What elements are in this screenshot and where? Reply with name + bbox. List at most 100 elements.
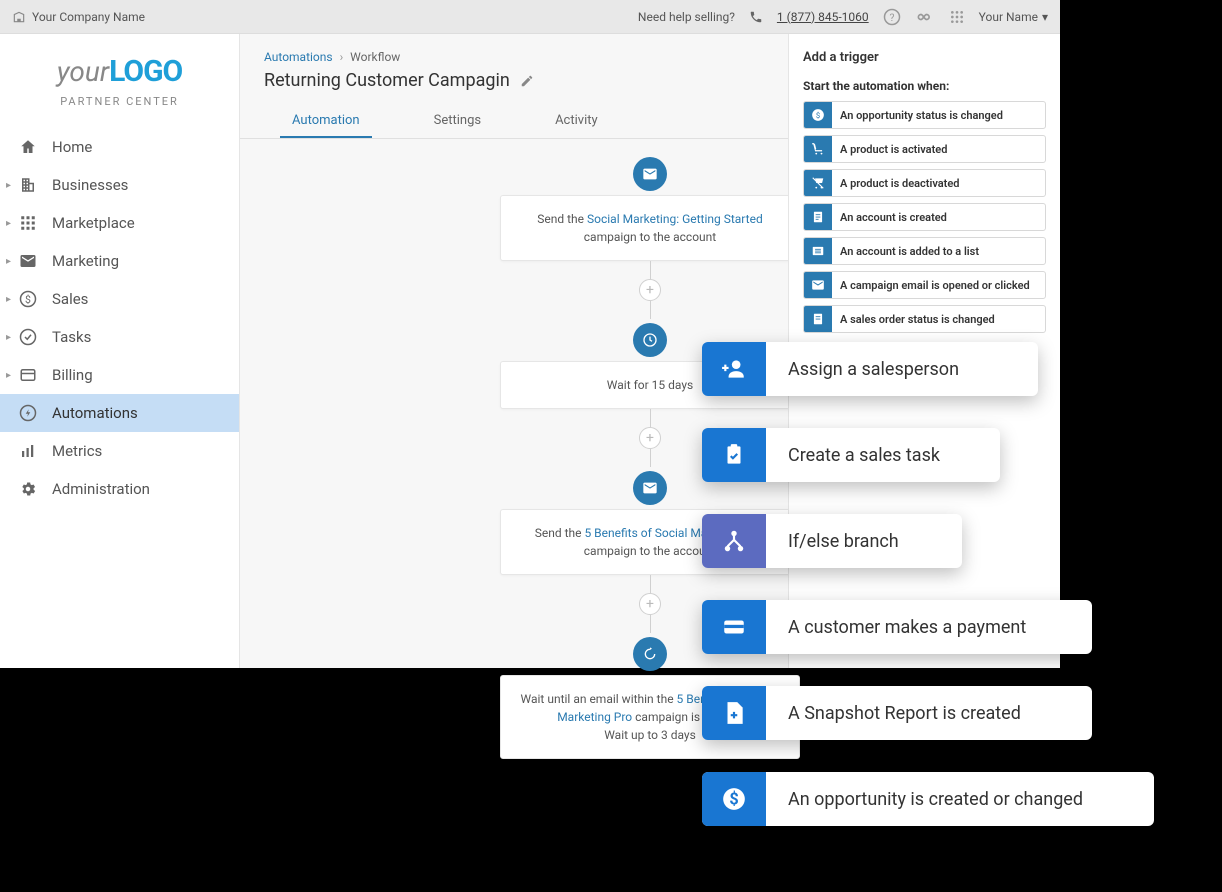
- sidebar-item-marketplace[interactable]: ▸ Marketplace: [0, 204, 239, 242]
- action-card[interactable]: Assign a salesperson: [702, 342, 1038, 396]
- user-menu[interactable]: Your Name ▾: [979, 10, 1048, 24]
- action-label: If/else branch: [766, 531, 921, 552]
- sidebar-item-label: Marketing: [52, 252, 119, 270]
- action-card[interactable]: If/else branch: [702, 514, 962, 568]
- sidebar-item-label: Tasks: [52, 328, 91, 346]
- trigger-label: A product is deactivated: [832, 177, 968, 190]
- sidebar-item-label: Home: [52, 138, 92, 156]
- chevron-right-icon: ▸: [6, 294, 11, 305]
- breadcrumb-current: Workflow: [350, 50, 400, 64]
- grid-icon: [18, 214, 38, 232]
- sidebar-item-billing[interactable]: ▸ Billing: [0, 356, 239, 394]
- sidebar-item-tasks[interactable]: ▸ Tasks: [0, 318, 239, 356]
- trigger-option[interactable]: A product is deactivated: [803, 169, 1046, 197]
- sidebar-item-sales[interactable]: ▸$Sales: [0, 280, 239, 318]
- help-icon[interactable]: ?: [883, 8, 901, 26]
- action-card[interactable]: Create a sales task: [702, 428, 1000, 482]
- sidebar-item-administration[interactable]: Administration: [0, 470, 239, 508]
- dollar-icon: $: [804, 101, 832, 129]
- phone-icon: [749, 10, 763, 24]
- sidebar-item-metrics[interactable]: Metrics: [0, 432, 239, 470]
- sidebar-item-label: Billing: [52, 366, 93, 384]
- svg-text:$: $: [816, 111, 820, 120]
- clipboard-check-icon: [702, 428, 766, 482]
- sidebar-item-label: Marketplace: [52, 214, 135, 232]
- doc-icon: [804, 203, 832, 231]
- infinity-icon[interactable]: [915, 11, 935, 23]
- email-step-icon: [633, 471, 667, 505]
- building-icon: [18, 176, 38, 194]
- wait-until-step-icon: [633, 637, 667, 671]
- trigger-option[interactable]: A product is activated: [803, 135, 1046, 163]
- chevron-right-icon: ▸: [6, 370, 11, 381]
- action-label: A Snapshot Report is created: [766, 703, 1043, 724]
- sidebar-item-home[interactable]: Home: [0, 128, 239, 166]
- sidebar-item-businesses[interactable]: ▸Businesses: [0, 166, 239, 204]
- trigger-panel-subtitle: Start the automation when:: [803, 79, 1046, 93]
- billing-icon: [18, 366, 38, 384]
- home-icon: [18, 138, 38, 156]
- tab-activity[interactable]: Activity: [543, 105, 610, 138]
- sidebar-item-label: Automations: [52, 404, 138, 422]
- action-label: Create a sales task: [766, 445, 962, 466]
- sidebar: yourLOGO PARTNER CENTER Home▸Businesses▸…: [0, 34, 240, 668]
- email-step-icon: [633, 157, 667, 191]
- wait-step-icon: [633, 323, 667, 357]
- building-icon: [12, 10, 26, 24]
- apps-icon[interactable]: [949, 9, 965, 25]
- help-label: Need help selling?: [638, 10, 735, 24]
- logo: yourLOGO PARTNER CENTER: [0, 34, 239, 118]
- trigger-option[interactable]: A campaign email is opened or clicked: [803, 271, 1046, 299]
- action-card[interactable]: A customer makes a payment: [702, 600, 1092, 654]
- list-icon: [804, 237, 832, 265]
- dollar-circle-icon: $: [702, 772, 766, 826]
- tab-automation[interactable]: Automation: [280, 105, 372, 138]
- add-step-button[interactable]: +: [639, 427, 661, 449]
- gear-icon: [18, 480, 38, 498]
- chevron-right-icon: ▸: [6, 256, 11, 267]
- breadcrumb-parent[interactable]: Automations: [264, 50, 333, 64]
- person-plus-icon: [702, 342, 766, 396]
- topbar: Your Company Name Need help selling? 1 (…: [0, 0, 1060, 34]
- check-icon: [18, 328, 38, 346]
- tab-settings[interactable]: Settings: [422, 105, 493, 138]
- step-send-campaign-1[interactable]: Send the Social Marketing: Getting Start…: [500, 195, 800, 261]
- mail-icon: [18, 252, 38, 270]
- svg-text:?: ?: [889, 10, 894, 23]
- sidebar-item-automations[interactable]: Automations: [0, 394, 239, 432]
- add-step-button[interactable]: +: [639, 593, 661, 615]
- chevron-right-icon: ▸: [6, 332, 11, 343]
- phone-number[interactable]: 1 (877) 845-1060: [777, 10, 869, 24]
- branch-icon: [702, 514, 766, 568]
- cart-icon: [804, 135, 832, 163]
- trigger-panel-title: Add a trigger: [803, 50, 1046, 65]
- edit-title-icon[interactable]: [520, 74, 534, 88]
- action-label: Assign a salesperson: [766, 359, 981, 380]
- add-step-button[interactable]: +: [639, 279, 661, 301]
- trigger-label: A campaign email is opened or clicked: [832, 279, 1038, 292]
- trigger-label: An account is created: [832, 211, 955, 224]
- chevron-down-icon: ▾: [1042, 10, 1048, 24]
- card-icon: [702, 600, 766, 654]
- trigger-option[interactable]: A sales order status is changed: [803, 305, 1046, 333]
- page-title: Returning Customer Campagin: [264, 70, 510, 91]
- bolt-icon: [18, 404, 38, 422]
- trigger-option[interactable]: An account is added to a list: [803, 237, 1046, 265]
- action-card[interactable]: A Snapshot Report is created: [702, 686, 1092, 740]
- chevron-right-icon: ▸: [6, 218, 11, 229]
- sidebar-item-label: Administration: [52, 480, 150, 498]
- trigger-label: A product is activated: [832, 143, 955, 156]
- receipt-icon: [804, 305, 832, 333]
- svg-text:$: $: [729, 789, 738, 808]
- action-card[interactable]: $ An opportunity is created or changed: [702, 772, 1154, 826]
- svg-text:$: $: [25, 293, 31, 306]
- chevron-right-icon: ▸: [6, 180, 11, 191]
- company-name: Your Company Name: [32, 10, 145, 24]
- action-label: An opportunity is created or changed: [766, 789, 1105, 810]
- sidebar-item-label: Metrics: [52, 442, 102, 460]
- trigger-option[interactable]: $ An opportunity status is changed: [803, 101, 1046, 129]
- trigger-option[interactable]: An account is created: [803, 203, 1046, 231]
- sidebar-item-marketing[interactable]: ▸ Marketing: [0, 242, 239, 280]
- trigger-label: An opportunity status is changed: [832, 109, 1011, 122]
- bars-icon: [18, 442, 38, 460]
